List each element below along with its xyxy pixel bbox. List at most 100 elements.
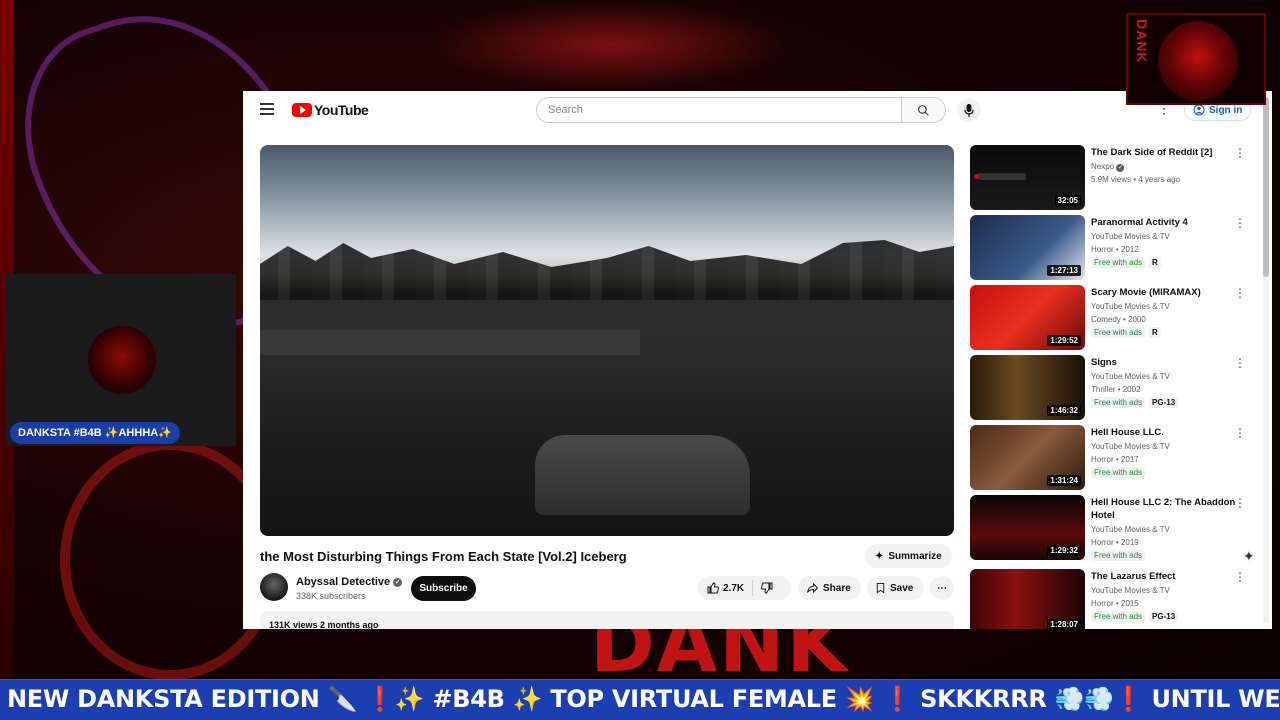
voice-search-button[interactable]: [957, 98, 981, 122]
streamer-camera-box: DANKSTA #B4B ✨AHHHA✨: [6, 274, 236, 446]
video-player[interactable]: [260, 145, 954, 536]
recommendation-tags: Free with ads R: [1091, 257, 1161, 268]
background-glow: [430, 0, 790, 90]
free-with-ads-badge: Free with ads: [1091, 467, 1146, 478]
views-and-date: 131K views 2 months ago: [269, 620, 379, 629]
video-duration: 1:28:07: [1047, 619, 1081, 629]
recommendation-title: The Dark Side of Reddit [2]: [1091, 147, 1213, 158]
thumbs-down-icon: [761, 582, 773, 594]
recommendation-item[interactable]: 1:31:24 Hell House LLC. YouTube Movies &…: [970, 425, 1260, 491]
save-label: Save: [890, 582, 914, 594]
recommendation-item[interactable]: 32:05 The Dark Side of Reddit [2] Nexpo …: [970, 145, 1260, 211]
page-scrollbar[interactable]: [1263, 97, 1269, 623]
youtube-logo[interactable]: YouTube: [292, 102, 369, 118]
youtube-play-icon: [292, 103, 312, 117]
recommendation-tags: Free with ads: [1091, 550, 1146, 561]
dislike-button[interactable]: [753, 582, 781, 594]
recommendation-menu-icon[interactable]: ⋮: [1234, 357, 1246, 369]
recommendation-menu-icon[interactable]: ⋮: [1234, 217, 1246, 229]
recommendation-menu-icon[interactable]: ⋮: [1234, 287, 1246, 299]
free-with-ads-badge: Free with ads: [1091, 397, 1146, 408]
recommendation-channel: YouTube Movies & TV: [1091, 586, 1170, 595]
share-label: Share: [823, 582, 851, 594]
youtube-logo-text: YouTube: [314, 102, 369, 118]
more-horizontal-icon: ⋯: [937, 582, 947, 594]
recommendation-thumbnail[interactable]: 32:05: [970, 145, 1085, 210]
recommendation-thumbnail[interactable]: 1:27:13: [970, 215, 1085, 280]
summarize-button[interactable]: ✦ Summarize: [865, 544, 952, 568]
recommendation-title: The Lazarus Effect: [1091, 571, 1176, 582]
recommendation-item[interactable]: 1:46:32 Signs YouTube Movies & TV Thrill…: [970, 355, 1260, 421]
recommendation-item[interactable]: 1:28:07 The Lazarus Effect YouTube Movie…: [970, 569, 1260, 629]
recommendation-menu-icon[interactable]: ⋮: [1234, 571, 1246, 583]
share-button[interactable]: Share: [798, 576, 861, 600]
subscribe-button[interactable]: Subscribe: [411, 576, 476, 601]
account-icon: [1193, 104, 1205, 116]
recommendation-thumbnail[interactable]: 1:31:24: [970, 425, 1085, 490]
channel-avatar[interactable]: [260, 573, 288, 601]
recommendation-meta: Horror • 2017: [1091, 455, 1139, 464]
recommendation-meta: Horror • 2012: [1091, 245, 1139, 254]
video-duration: 32:05: [1054, 195, 1081, 206]
recommendation-menu-icon[interactable]: ⋮: [1234, 147, 1246, 159]
free-with-ads-badge: Free with ads: [1091, 550, 1146, 561]
sparkle-icon: ✦: [875, 550, 884, 562]
video-duration: 1:29:32: [1047, 545, 1081, 556]
video-duration: 1:27:13: [1047, 265, 1081, 276]
channel-name-link[interactable]: Abyssal Detective ✓: [296, 576, 403, 588]
video-duration: 1:29:52: [1047, 335, 1081, 346]
hamburger-icon[interactable]: [260, 103, 274, 115]
rating-badge: PG-13: [1149, 397, 1179, 408]
youtube-topbar: YouTube ⋮ Sign in: [243, 91, 1272, 131]
search-input[interactable]: [536, 97, 902, 123]
rating-badge: R: [1149, 257, 1161, 268]
recommendation-tags: Free with ads PG-13: [1091, 397, 1179, 408]
recommendation-item[interactable]: 1:29:32 Hell House LLC 2: The Abaddon Ho…: [970, 495, 1260, 561]
recommendation-menu-icon[interactable]: ⋮: [1234, 427, 1246, 439]
sign-in-label: Sign in: [1209, 104, 1243, 116]
like-dislike-group: 2.7K: [698, 576, 791, 600]
recommendation-channel: YouTube Movies & TV: [1091, 525, 1170, 534]
search-icon: [918, 104, 929, 116]
thumbs-up-icon: [707, 582, 719, 594]
recommendation-title: Signs: [1091, 357, 1117, 368]
description-box[interactable]: 131K views 2 months ago: [260, 611, 954, 629]
search-button[interactable]: [902, 97, 946, 123]
dank-logo-text: DANK: [1134, 19, 1150, 64]
scrolling-ticker: NEW DANKSTA EDITION 🔪 ❗✨ #B4B ✨ TOP VIRT…: [0, 679, 1280, 720]
channel-name: Abyssal Detective: [296, 576, 391, 588]
recommendation-title: Hell House LLC.: [1091, 427, 1164, 438]
recommendation-item[interactable]: 1:29:52 Scary Movie (MIRAMAX) YouTube Mo…: [970, 285, 1260, 351]
recommendation-menu-icon[interactable]: ⋮: [1234, 497, 1246, 509]
recommendation-thumbnail[interactable]: 1:28:07: [970, 569, 1085, 629]
free-with-ads-badge: Free with ads: [1091, 327, 1146, 338]
like-button[interactable]: 2.7K: [698, 580, 754, 596]
recommendation-channel: YouTube Movies & TV: [1091, 372, 1170, 381]
recommendation-title: Hell House LLC 2: The Abaddon Hotel: [1091, 497, 1236, 521]
streamer-avatar: [88, 326, 156, 394]
verified-check-icon: ✓: [1116, 164, 1125, 172]
ai-sparkle-icon[interactable]: ✦: [1243, 548, 1255, 565]
recommendation-thumbnail[interactable]: 1:29:52: [970, 285, 1085, 350]
recommendation-meta: Thriller • 2002: [1091, 385, 1141, 394]
video-duration: 1:31:24: [1047, 475, 1081, 486]
recommendation-tags: Free with ads PG-13: [1091, 611, 1179, 622]
more-actions-button[interactable]: ⋯: [930, 576, 954, 600]
recommendation-meta: Comedy • 2000: [1091, 315, 1146, 324]
video-frame-building: [260, 330, 640, 355]
rating-badge: PG-13: [1149, 611, 1179, 622]
save-button[interactable]: Save: [867, 576, 924, 600]
recommendation-thumbnail[interactable]: 1:29:32: [970, 495, 1085, 560]
recommendation-channel: YouTube Movies & TV: [1091, 232, 1170, 241]
free-with-ads-badge: Free with ads: [1091, 611, 1146, 622]
recommendation-tags: Free with ads R: [1091, 327, 1161, 338]
ticker-text: NEW DANKSTA EDITION 🔪 ❗✨ #B4B ✨ TOP VIRT…: [7, 685, 1280, 713]
recommendation-thumbnail[interactable]: 1:46:32: [970, 355, 1085, 420]
free-with-ads-badge: Free with ads: [1091, 257, 1146, 268]
recommendation-item[interactable]: 1:27:13 Paranormal Activity 4 YouTube Mo…: [970, 215, 1260, 281]
recommendation-channel: YouTube Movies & TV: [1091, 442, 1170, 451]
summarize-label: Summarize: [888, 550, 942, 562]
scrollbar-thumb[interactable]: [1263, 97, 1269, 277]
recommendation-meta: Horror • 2015: [1091, 599, 1139, 608]
video-frame-car: [535, 435, 750, 515]
